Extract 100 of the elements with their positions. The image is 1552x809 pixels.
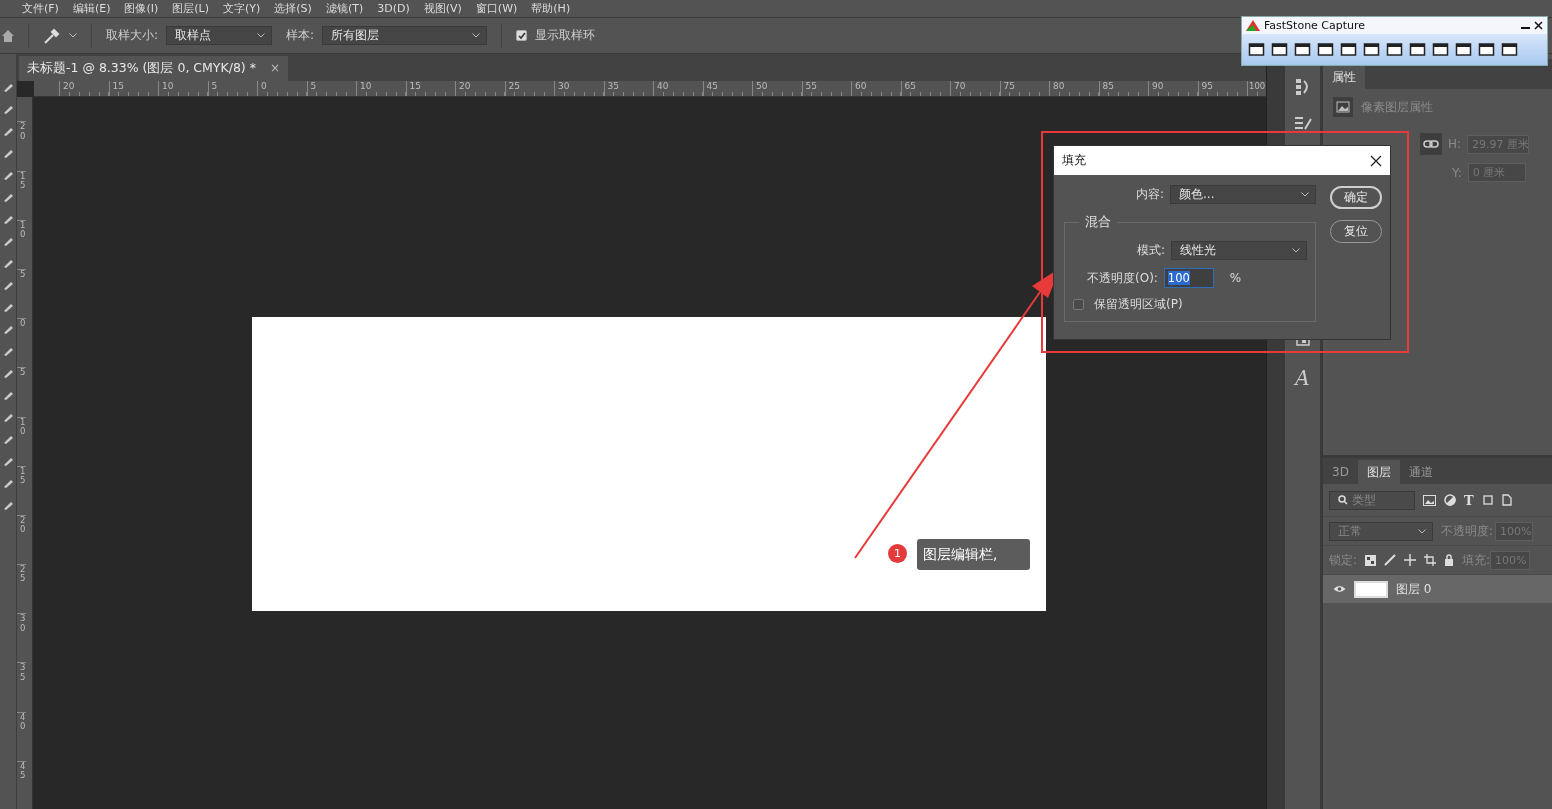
properties-tab[interactable]: 属性 [1323, 65, 1365, 89]
ruler-label: 15 [405, 80, 455, 97]
home-icon[interactable] [2, 29, 14, 42]
tool-icon[interactable] [2, 257, 14, 268]
brush-list-icon[interactable] [1293, 116, 1312, 130]
ruler-label: 10 [158, 80, 208, 97]
tool-icon[interactable] [2, 411, 14, 422]
menu-item[interactable]: 文件(F) [22, 2, 59, 15]
tool-icon[interactable] [2, 169, 14, 180]
menu-item[interactable]: 文字(Y) [223, 2, 261, 15]
ruler-label: 0 [257, 80, 307, 97]
mode-dropdown[interactable]: 线性光 [1171, 241, 1307, 260]
capture-tool-icon[interactable] [1432, 42, 1449, 57]
panel-tab[interactable]: 通道 [1399, 460, 1442, 484]
opacity-input[interactable]: 100 [1163, 268, 1214, 288]
lock-icon[interactable] [1444, 554, 1455, 566]
ruler-label: 45 [702, 80, 752, 97]
tool-icon[interactable] [2, 499, 14, 510]
capture-tool-icon[interactable] [1363, 42, 1380, 57]
eye-icon[interactable] [1333, 585, 1346, 593]
checkbox[interactable] [1073, 299, 1084, 310]
tool-icon[interactable] [2, 213, 14, 224]
brush-icon[interactable] [1384, 554, 1397, 566]
menu-item[interactable]: 图像(I) [124, 2, 159, 15]
ruler-label: 15 [17, 465, 26, 515]
link-icon[interactable] [1420, 133, 1442, 155]
tool-icon[interactable] [2, 125, 14, 136]
menu-item[interactable]: 编辑(E) [72, 2, 111, 15]
caret-icon [1292, 248, 1300, 253]
menu-item[interactable]: 滤镜(T) [325, 2, 364, 15]
move-icon[interactable] [1404, 554, 1417, 566]
ruler-label: 10 [356, 80, 406, 97]
menu-item[interactable]: 图层(L) [172, 2, 209, 15]
ruler-label: 5 [306, 80, 356, 97]
capture-tool-icon[interactable] [1340, 42, 1357, 57]
tool-icon[interactable] [2, 433, 14, 444]
tool-icon[interactable] [2, 389, 14, 400]
tool-icon[interactable] [2, 323, 14, 334]
ruler-label: 85 [1098, 80, 1148, 97]
menu-item[interactable]: 窗口(W) [475, 2, 518, 15]
half-circle-icon[interactable] [1444, 494, 1456, 506]
ruler-label: 20 [17, 514, 26, 565]
image-filter-icon[interactable] [1423, 494, 1436, 506]
shape-filter-icon[interactable] [1481, 494, 1494, 506]
capture-tool-icon[interactable] [1294, 42, 1311, 57]
tool-icon[interactable] [2, 191, 14, 202]
tool-icon[interactable] [2, 301, 14, 312]
checkbox-label: 保留透明区域(P) [1094, 296, 1183, 313]
tool-icon[interactable] [2, 279, 14, 290]
crop-icon[interactable] [1424, 554, 1437, 566]
layer-thumbnail [1354, 580, 1388, 598]
ruler-label: 40 [17, 711, 26, 761]
ruler-label: 5 [17, 268, 26, 319]
tool-icon[interactable] [2, 367, 14, 378]
sample-size-dropdown[interactable]: 取样点 [166, 26, 273, 45]
capture-tool-icon[interactable] [1317, 42, 1334, 57]
close-icon[interactable] [1370, 154, 1382, 167]
document-title: 未标题-1 @ 8.33% (图层 0, CMYK/8) * [27, 59, 256, 77]
capture-tool-icon[interactable] [1501, 42, 1518, 57]
ruler-label: 20 [59, 80, 109, 97]
sample-dropdown[interactable]: 所有图层 [322, 26, 488, 45]
ruler-label: 50 [752, 80, 802, 97]
checkerboard-icon[interactable] [1365, 554, 1377, 566]
close-tab-button[interactable]: × [269, 61, 280, 76]
capture-tool-icon[interactable] [1386, 42, 1403, 57]
capture-tool-icon[interactable] [1478, 42, 1495, 57]
tool-icon[interactable] [2, 345, 14, 356]
tool-icon[interactable] [2, 477, 14, 488]
layer-row[interactable]: 图层 0 [1323, 575, 1552, 603]
content-dropdown[interactable]: 颜色... [1170, 185, 1316, 204]
character-panel-icon[interactable]: A [1295, 366, 1310, 390]
panel-tab[interactable]: 图层 [1357, 460, 1400, 484]
ruler-label: 25 [17, 564, 26, 614]
mode-label: 模式: [1136, 242, 1165, 259]
document-tab[interactable]: 未标题-1 @ 8.33% (图层 0, CMYK/8) * × [19, 55, 288, 81]
ruler-label: 10 [17, 416, 26, 466]
capture-tool-icon[interactable] [1271, 42, 1288, 57]
tool-icon[interactable] [2, 235, 14, 246]
document-icon[interactable] [1501, 494, 1512, 506]
ruler-label: 5 [17, 367, 26, 417]
capture-tool-icon[interactable] [1455, 42, 1472, 57]
capture-tool-icon[interactable] [1248, 42, 1265, 57]
annotation-callout: 图层编辑栏, [917, 539, 1030, 570]
dialog-button[interactable]: 复位 [1330, 220, 1382, 243]
sample-size-label: 取样大小: [106, 27, 159, 44]
ruler-label: 55 [801, 80, 851, 97]
checkbox[interactable] [516, 30, 528, 41]
menu-item[interactable]: 帮助(H) [531, 2, 571, 15]
menu-item[interactable]: 选择(S) [274, 2, 312, 15]
menu-item[interactable]: 3D(D) [377, 2, 410, 15]
tool-icon[interactable] [2, 147, 14, 158]
menu-item[interactable]: 视图(V) [423, 2, 462, 15]
text-filter-icon[interactable]: T [1464, 492, 1474, 508]
tool-icon[interactable] [2, 103, 14, 114]
close-icon[interactable] [1534, 21, 1543, 30]
capture-tool-icon[interactable] [1409, 42, 1426, 57]
panel-tab[interactable]: 3D [1323, 460, 1358, 484]
dialog-button[interactable]: 确定 [1330, 186, 1382, 209]
tool-icon[interactable] [2, 81, 14, 92]
tool-icon[interactable] [2, 455, 14, 466]
